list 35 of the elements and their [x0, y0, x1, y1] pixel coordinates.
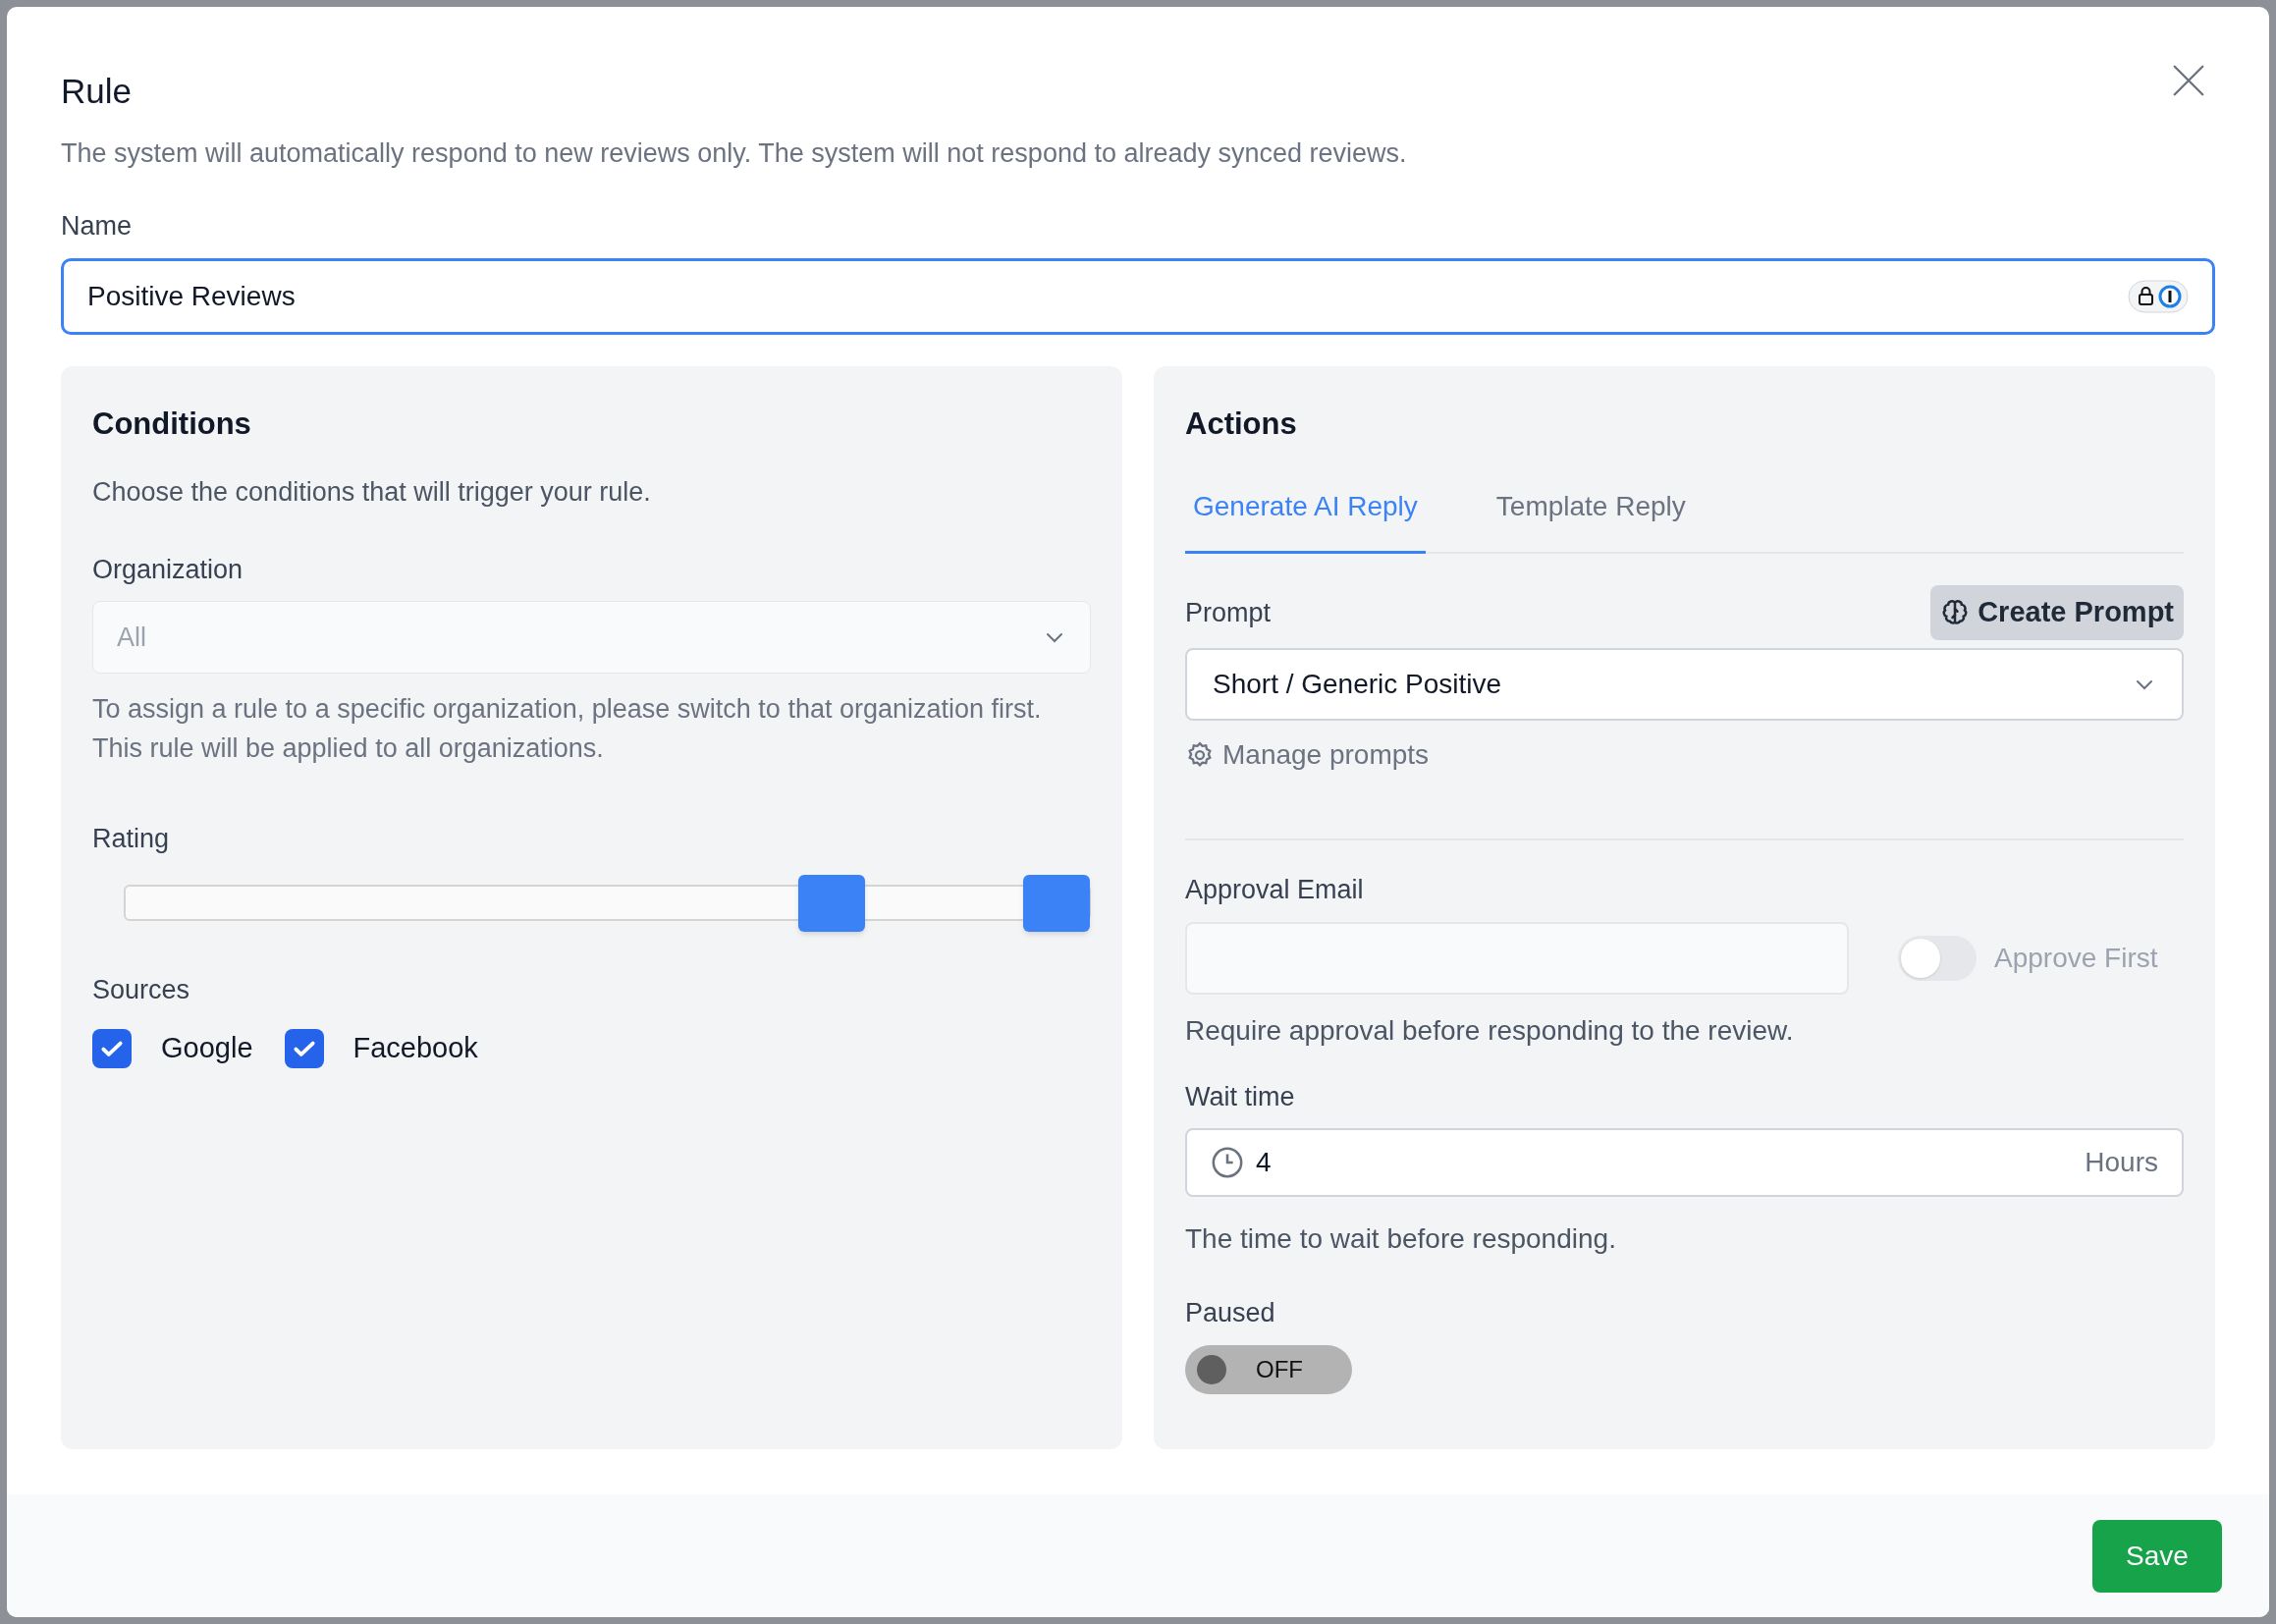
- help-text: To assign a rule to a specific organization, please switch to that organization first. This rule will be applied to all organizations.: [92, 693, 1043, 765]
- slider-thumb[interactable]: [1023, 874, 1090, 932]
- field-label: Approval Email: [1185, 874, 1365, 906]
- checkbox-label: Google: [161, 1031, 253, 1065]
- field-label: Prompt: [1185, 596, 1272, 629]
- unit-label: Hours: [2085, 1146, 2158, 1179]
- dialog-title: Rule: [61, 71, 133, 112]
- manage-prompts-link[interactable]: Manage prompts: [1185, 734, 1430, 776]
- checkbox-label: Facebook: [352, 1031, 478, 1065]
- toggle-label: Approve First: [1994, 941, 2158, 975]
- section-title: Actions: [1185, 405, 1298, 443]
- name-field[interactable]: Positive Reviews: [61, 257, 2215, 335]
- password-manager-icon[interactable]: [2128, 279, 2189, 313]
- field-label: Organization: [92, 553, 244, 586]
- prompt-select[interactable]: Short / Generic Positive: [1185, 648, 2184, 721]
- slider-thumb[interactable]: [798, 874, 866, 932]
- tab[interactable]: Template Reply: [1488, 486, 1694, 554]
- field-label: Paused: [1185, 1297, 1276, 1329]
- settings-icon: [1185, 740, 1215, 770]
- checkbox[interactable]: [92, 1028, 132, 1068]
- field-label: Sources: [92, 973, 191, 1006]
- dialog-description: The system will automatically respond to new reviews only. The system will not respond to already synced reviews.: [61, 136, 1407, 170]
- help-text: Require approval before responding to the review.: [1185, 1013, 1795, 1048]
- section-title: Conditions: [92, 405, 252, 443]
- section-description: Choose the conditions that will trigger your rule.: [92, 476, 652, 509]
- paused-toggle[interactable]: OFF: [1185, 1344, 1352, 1394]
- clock-icon: [1211, 1146, 1244, 1179]
- field-label: Name: [61, 210, 134, 243]
- toggle-switch[interactable]: [1898, 935, 1977, 981]
- wait-time-field[interactable]: 4 Hours: [1185, 1128, 2184, 1197]
- field-label: Wait time: [1185, 1080, 1296, 1113]
- help-text: The time to wait before responding.: [1185, 1222, 1617, 1256]
- checkbox[interactable]: [284, 1028, 324, 1068]
- field-label: Rating: [92, 823, 171, 855]
- create-prompt-button[interactable]: Create Prompt: [1930, 585, 2184, 640]
